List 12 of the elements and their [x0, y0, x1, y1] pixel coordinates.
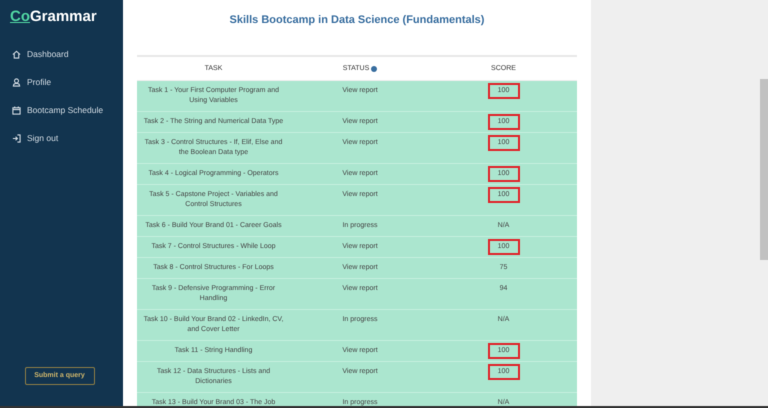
logo[interactable]: CoGrammar — [10, 8, 113, 26]
help-icon[interactable] — [371, 66, 378, 72]
calendar-icon — [12, 106, 21, 114]
user-icon — [12, 78, 21, 86]
nav-link[interactable]: Profile — [10, 68, 113, 96]
nav-link[interactable]: Sign out — [10, 124, 113, 152]
page-title: Skills Bootcamp in Data Science (Fundamentals) — [228, 13, 486, 28]
nav-link[interactable]: Bootcamp Schedule — [10, 96, 113, 124]
nav-link[interactable]: Dashboard — [10, 40, 113, 68]
scrollbar-thumb[interactable] — [760, 79, 768, 260]
sign-in-arrow-icon — [12, 134, 21, 142]
home-icon — [12, 50, 21, 58]
